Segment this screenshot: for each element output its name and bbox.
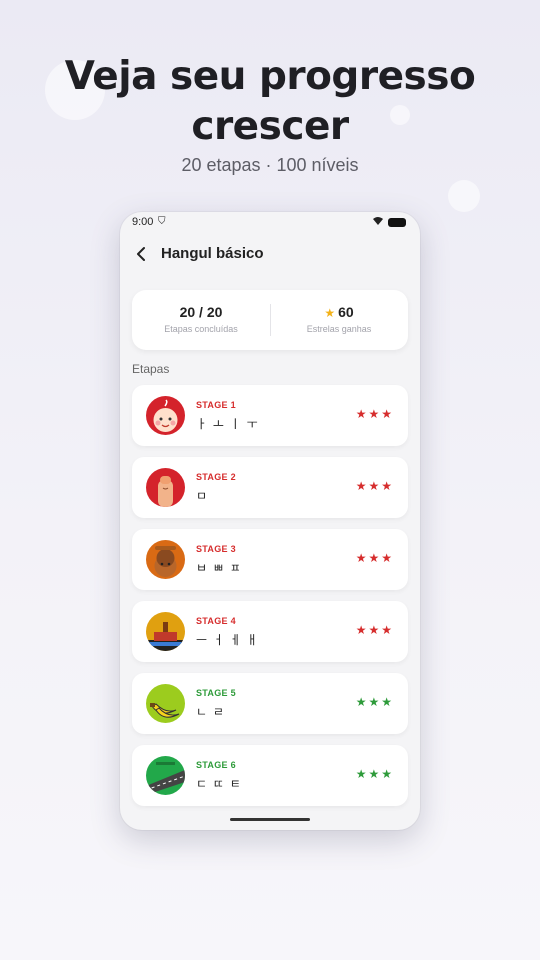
stage-label: STAGE 2 bbox=[196, 472, 236, 482]
section-title: Etapas bbox=[132, 362, 170, 376]
stage-characters: ㄷ ㄸ ㅌ bbox=[196, 777, 242, 791]
promo-subtitle: 20 etapas · 100 níveis bbox=[181, 155, 359, 175]
promo-headline-line2: crescer bbox=[191, 104, 349, 149]
stage-label: STAGE 5 bbox=[196, 688, 236, 698]
chevron-left-icon[interactable] bbox=[134, 242, 150, 272]
stage-thumbnail bbox=[146, 684, 185, 723]
stage-stars: ★★★ bbox=[355, 623, 394, 637]
completed-value: 20 / 20 bbox=[179, 304, 223, 320]
stage-item-4[interactable]: STAGE 4 ㅡ ㅓ ㅔ ㅐ ★★★ bbox=[132, 601, 408, 662]
stage-item-3[interactable]: STAGE 3 ㅂ ㅃ ㅍ ★★★ bbox=[132, 529, 408, 590]
stage-item-1[interactable]: STAGE 1 ㅏ ㅗ ㅣ ㅜ ★★★ bbox=[132, 385, 408, 446]
stage-thumbnail bbox=[146, 756, 185, 795]
shield-icon: ⛉ bbox=[158, 216, 166, 227]
completed-stat: 20 / 20 Etapas concluídas bbox=[132, 290, 270, 350]
stage-characters: ㅏ ㅗ ㅣ ㅜ bbox=[196, 417, 259, 431]
stage-label: STAGE 3 bbox=[196, 544, 236, 554]
stage-stars: ★★★ bbox=[355, 479, 394, 493]
stage-stars: ★★★ bbox=[355, 407, 394, 421]
home-indicator[interactable] bbox=[230, 818, 310, 821]
stage-stars: ★★★ bbox=[355, 767, 394, 781]
progress-summary-card: 20 / 20 Etapas concluídas ★ 60 Estrelas g… bbox=[132, 290, 408, 350]
stage-thumbnail bbox=[146, 468, 185, 507]
stage-item-2[interactable]: STAGE 2 ㅁ ★★★ bbox=[132, 457, 408, 518]
phone-frame: 9:00 ⛉ Hangul básico 20 / 20 Etapas conc… bbox=[120, 212, 420, 830]
star-icon: ★ bbox=[324, 306, 336, 320]
decor-bubble bbox=[448, 180, 480, 212]
promo-headline: Veja seu progresso crescer bbox=[0, 52, 540, 152]
stage-label: STAGE 1 bbox=[196, 400, 236, 410]
stage-characters: ㄴ ㄹ bbox=[196, 705, 225, 719]
completed-label: Etapas concluídas bbox=[164, 324, 238, 334]
status-bar: 9:00 ⛉ bbox=[120, 212, 420, 234]
stage-characters: ㅂ ㅃ ㅍ bbox=[196, 561, 242, 575]
stage-list: STAGE 1 ㅏ ㅗ ㅣ ㅜ ★★★ STAGE 2 ㅁ ★★★ STAGE … bbox=[132, 385, 408, 817]
stage-characters: ㅡ ㅓ ㅔ ㅐ bbox=[196, 633, 259, 647]
wifi-icon bbox=[372, 216, 384, 229]
battery-icon bbox=[388, 218, 406, 227]
stage-thumbnail bbox=[146, 612, 185, 651]
status-time: 9:00 bbox=[132, 216, 154, 228]
stage-label: STAGE 6 bbox=[196, 760, 236, 770]
stage-item-5[interactable]: STAGE 5 ㄴ ㄹ ★★★ bbox=[132, 673, 408, 734]
stage-label: STAGE 4 bbox=[196, 616, 236, 626]
stage-characters: ㅁ bbox=[196, 489, 209, 503]
stars-value: 60 bbox=[338, 304, 354, 320]
stars-stat: ★ 60 Estrelas ganhas bbox=[270, 290, 408, 350]
stage-stars: ★★★ bbox=[355, 695, 394, 709]
stage-stars: ★★★ bbox=[355, 551, 394, 565]
stage-item-6[interactable]: STAGE 6 ㄷ ㄸ ㅌ ★★★ bbox=[132, 745, 408, 806]
stage-thumbnail bbox=[146, 396, 185, 435]
app-bar: Hangul básico bbox=[120, 242, 420, 266]
stage-thumbnail bbox=[146, 540, 185, 579]
page-title: Hangul básico bbox=[161, 245, 264, 262]
stars-label: Estrelas ganhas bbox=[306, 324, 372, 334]
promo-headline-line1: Veja seu progresso bbox=[64, 54, 476, 99]
